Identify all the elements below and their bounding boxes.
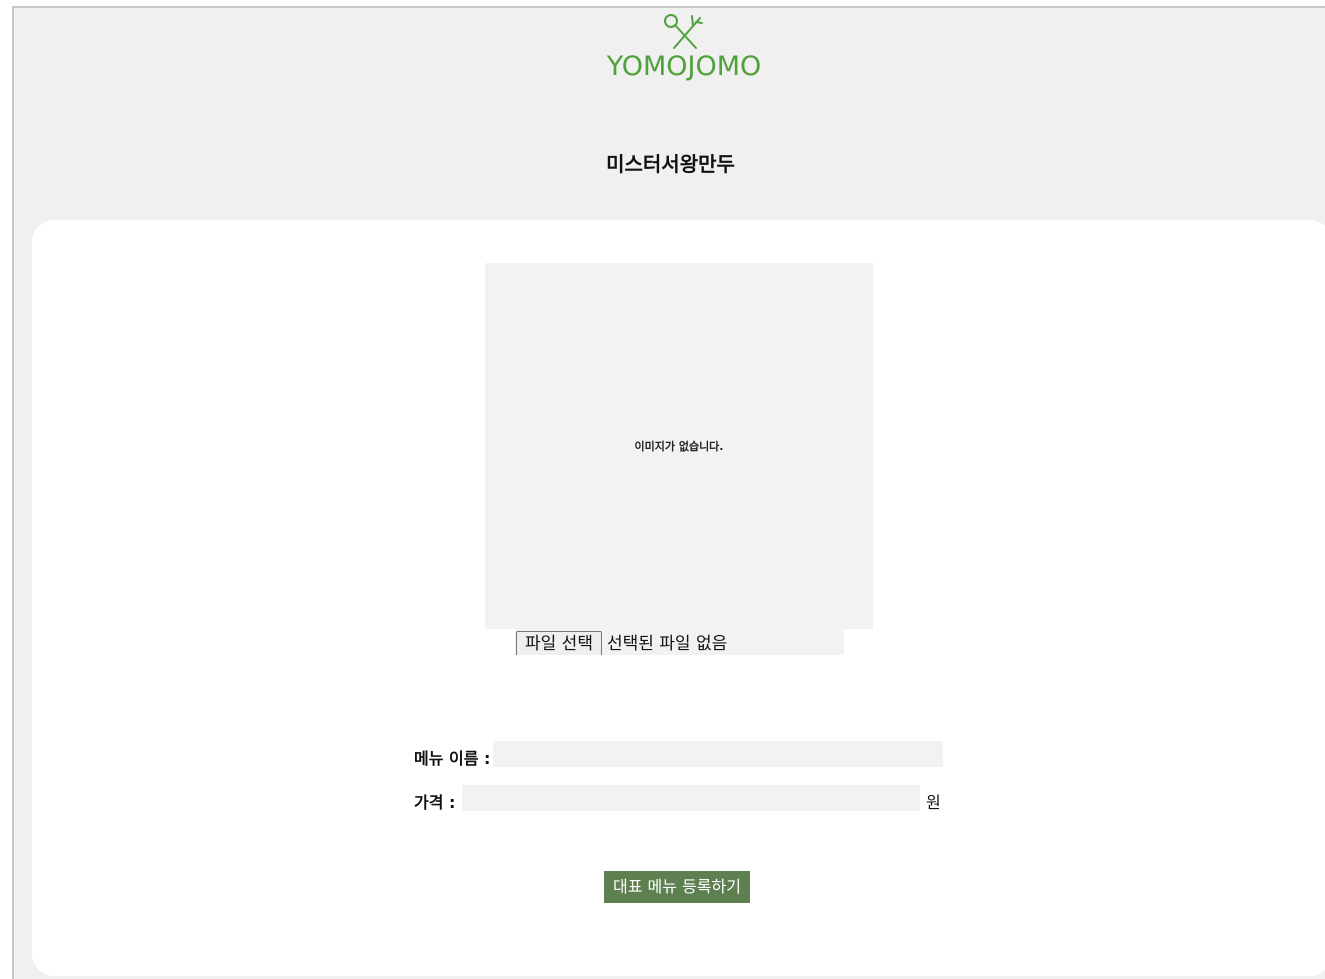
logo-text: YOMOJOMO [606, 51, 762, 82]
menu-name-input[interactable] [493, 741, 943, 767]
page-frame: YOMOJOMO 미스터서왕만두 이미지가 없습니다. 파일 선택 선택된 파일… [12, 6, 1325, 979]
price-input[interactable] [462, 785, 920, 811]
menu-register-card: 이미지가 없습니다. 파일 선택 선택된 파일 없음 메뉴 이름 : 가격 : … [32, 220, 1325, 976]
image-preview: 이미지가 없습니다. [485, 263, 873, 629]
register-menu-button[interactable]: 대표 메뉴 등록하기 [604, 871, 750, 903]
menu-name-label: 메뉴 이름 : [414, 749, 491, 768]
crossed-utensils-icon [664, 14, 703, 49]
file-input[interactable]: 파일 선택 선택된 파일 없음 [515, 629, 844, 655]
file-status-text: 선택된 파일 없음 [606, 634, 728, 654]
store-name-title: 미스터서왕만두 [606, 152, 735, 176]
price-label: 가격 : [414, 793, 456, 812]
image-empty-message: 이미지가 없습니다. [634, 440, 724, 453]
logo[interactable]: YOMOJOMO [604, 12, 764, 92]
file-select-button[interactable]: 파일 선택 [516, 631, 602, 655]
price-unit: 원 [926, 793, 941, 812]
